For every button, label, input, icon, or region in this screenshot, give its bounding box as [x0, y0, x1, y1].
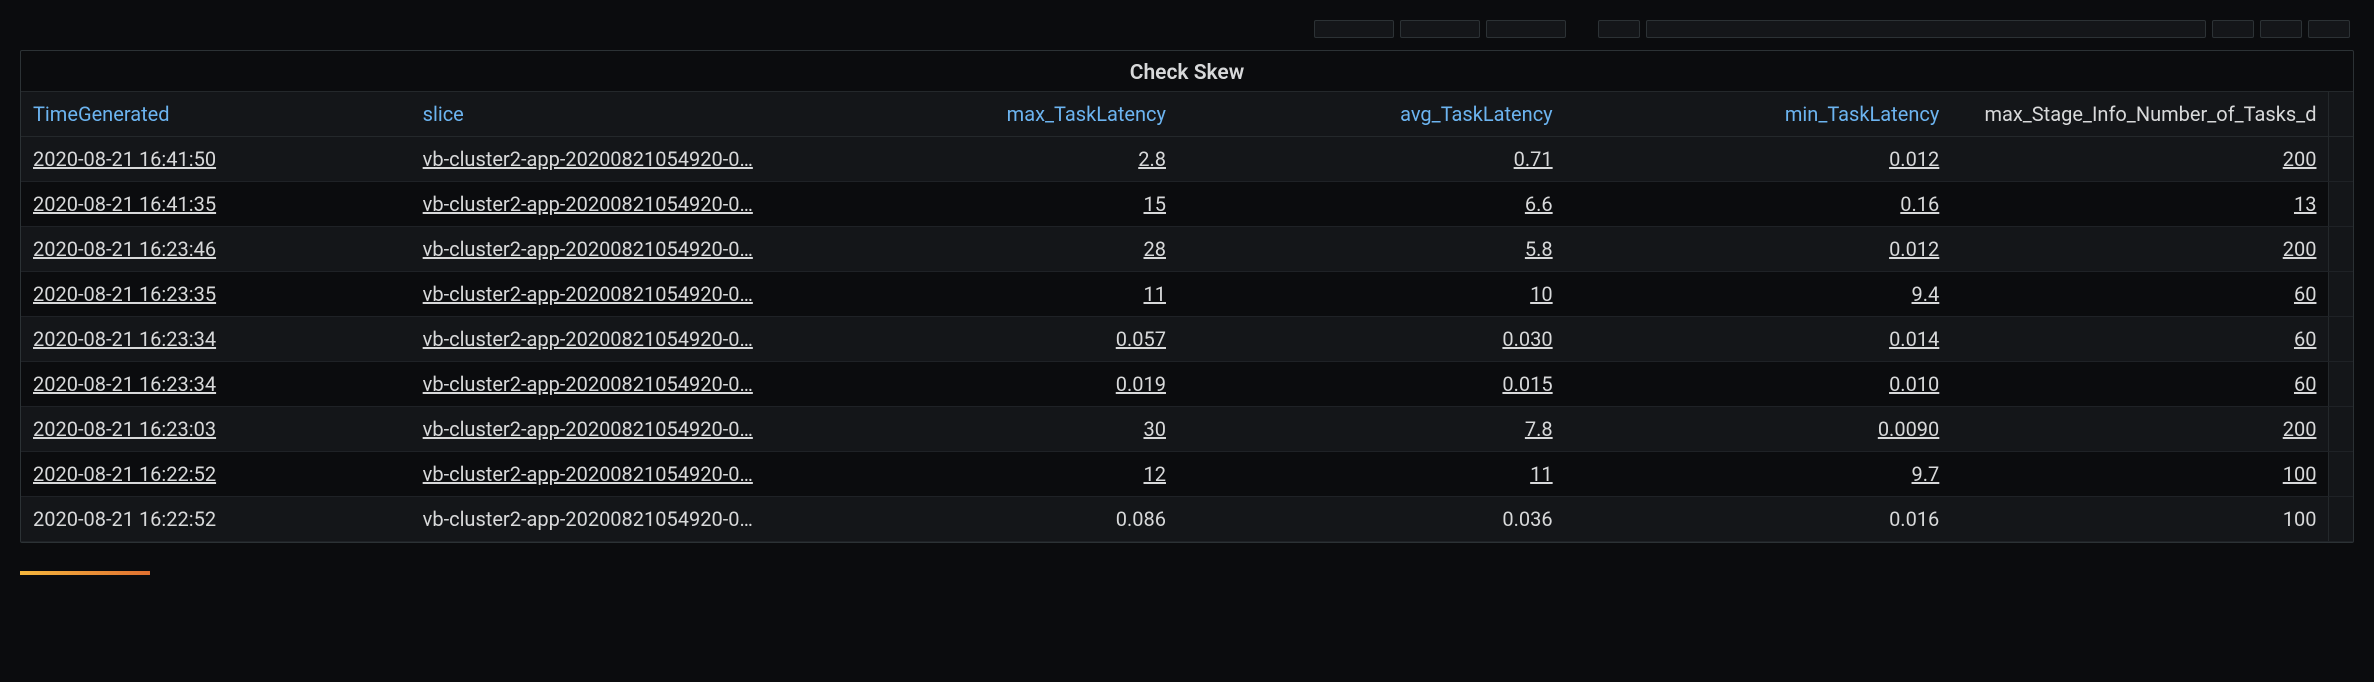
toolbar-button-3[interactable]: [1486, 20, 1566, 38]
zoom-out-button[interactable]: [2212, 20, 2254, 38]
scrollbar-track[interactable]: [2329, 182, 2353, 227]
cell-max-tasklatency[interactable]: 0.086: [791, 497, 1178, 542]
cell-avg-tasklatency[interactable]: 0.030: [1178, 317, 1565, 362]
cell-slice[interactable]: vb-cluster2-app-20200821054920-0…: [411, 362, 792, 407]
cell-slice[interactable]: vb-cluster2-app-20200821054920-0…: [411, 407, 792, 452]
cell-slice[interactable]: vb-cluster2-app-20200821054920-0…: [411, 497, 792, 542]
cell-max-stage-tasks[interactable]: 200: [1951, 137, 2329, 182]
cell-max-stage-tasks[interactable]: 60: [1951, 317, 2329, 362]
cell-timegenerated[interactable]: 2020-08-21 16:23:03: [21, 407, 411, 452]
cell-min-tasklatency[interactable]: 9.4: [1565, 272, 1952, 317]
cell-max-tasklatency[interactable]: 0.019: [791, 362, 1178, 407]
cell-max-stage-tasks[interactable]: 60: [1951, 272, 2329, 317]
cell-timegenerated[interactable]: 2020-08-21 16:23:46: [21, 227, 411, 272]
cell-min-tasklatency[interactable]: 0.012: [1565, 137, 1952, 182]
cell-max-stage-tasks[interactable]: 13: [1951, 182, 2329, 227]
time-range-picker[interactable]: [1646, 20, 2206, 38]
scrollbar-track[interactable]: [2329, 317, 2353, 362]
cell-slice[interactable]: vb-cluster2-app-20200821054920-0…: [411, 452, 792, 497]
table-row[interactable]: 2020-08-21 16:23:03vb-cluster2-app-20200…: [21, 407, 2353, 452]
cell-timegenerated[interactable]: 2020-08-21 16:23:34: [21, 317, 411, 362]
table-row[interactable]: 2020-08-21 16:22:52vb-cluster2-app-20200…: [21, 452, 2353, 497]
scrollbar-track[interactable]: [2329, 362, 2353, 407]
cell-max-tasklatency[interactable]: 28: [791, 227, 1178, 272]
panel-title: Check Skew: [21, 51, 2353, 91]
table-row[interactable]: 2020-08-21 16:23:46vb-cluster2-app-20200…: [21, 227, 2353, 272]
table-panel: Check Skew TimeGenerated slice max_TaskL…: [20, 50, 2354, 543]
cell-max-stage-tasks[interactable]: 200: [1951, 407, 2329, 452]
col-header-min-tasklatency[interactable]: min_TaskLatency: [1565, 92, 1952, 137]
cell-max-tasklatency[interactable]: 0.057: [791, 317, 1178, 362]
cell-timegenerated[interactable]: 2020-08-21 16:41:50: [21, 137, 411, 182]
cell-timegenerated[interactable]: 2020-08-21 16:23:34: [21, 362, 411, 407]
table-header-row: TimeGenerated slice max_TaskLatency avg_…: [21, 92, 2353, 137]
col-header-slice[interactable]: slice: [411, 92, 792, 137]
cell-max-tasklatency[interactable]: 2.8: [791, 137, 1178, 182]
table-row[interactable]: 2020-08-21 16:23:34vb-cluster2-app-20200…: [21, 362, 2353, 407]
col-header-timegenerated[interactable]: TimeGenerated: [21, 92, 411, 137]
cell-avg-tasklatency[interactable]: 5.8: [1178, 227, 1565, 272]
cell-timegenerated[interactable]: 2020-08-21 16:22:52: [21, 452, 411, 497]
col-header-avg-tasklatency[interactable]: avg_TaskLatency: [1178, 92, 1565, 137]
col-header-max-tasklatency[interactable]: max_TaskLatency: [791, 92, 1178, 137]
cell-min-tasklatency[interactable]: 0.010: [1565, 362, 1952, 407]
table-row[interactable]: 2020-08-21 16:41:35vb-cluster2-app-20200…: [21, 182, 2353, 227]
cell-slice[interactable]: vb-cluster2-app-20200821054920-0…: [411, 272, 792, 317]
scrollbar-track[interactable]: [2329, 497, 2353, 542]
cell-avg-tasklatency[interactable]: 10: [1178, 272, 1565, 317]
table-row[interactable]: 2020-08-21 16:22:52vb-cluster2-app-20200…: [21, 497, 2353, 542]
data-table: TimeGenerated slice max_TaskLatency avg_…: [21, 91, 2353, 542]
scrollbar-track[interactable]: [2329, 92, 2353, 137]
scrollbar-track[interactable]: [2329, 137, 2353, 182]
cell-avg-tasklatency[interactable]: 0.015: [1178, 362, 1565, 407]
cell-avg-tasklatency[interactable]: 7.8: [1178, 407, 1565, 452]
cell-slice[interactable]: vb-cluster2-app-20200821054920-0…: [411, 227, 792, 272]
cell-min-tasklatency[interactable]: 0.014: [1565, 317, 1952, 362]
cell-avg-tasklatency[interactable]: 0.71: [1178, 137, 1565, 182]
cell-min-tasklatency[interactable]: 0.016: [1565, 497, 1952, 542]
cell-timegenerated[interactable]: 2020-08-21 16:22:52: [21, 497, 411, 542]
cell-max-stage-tasks[interactable]: 100: [1951, 452, 2329, 497]
refresh-interval-button[interactable]: [2308, 20, 2350, 38]
cell-avg-tasklatency[interactable]: 11: [1178, 452, 1565, 497]
cell-slice[interactable]: vb-cluster2-app-20200821054920-0…: [411, 137, 792, 182]
cell-min-tasklatency[interactable]: 0.0090: [1565, 407, 1952, 452]
cell-max-stage-tasks[interactable]: 100: [1951, 497, 2329, 542]
cell-max-tasklatency[interactable]: 30: [791, 407, 1178, 452]
cell-min-tasklatency[interactable]: 9.7: [1565, 452, 1952, 497]
toolbar-button-4[interactable]: [1598, 20, 1640, 38]
refresh-button[interactable]: [2260, 20, 2302, 38]
scrollbar-track[interactable]: [2329, 272, 2353, 317]
toolbar-button-2[interactable]: [1400, 20, 1480, 38]
cell-avg-tasklatency[interactable]: 0.036: [1178, 497, 1565, 542]
col-header-max-stage-tasks[interactable]: max_Stage_Info_Number_of_Tasks_d: [1951, 92, 2329, 137]
cell-max-tasklatency[interactable]: 11: [791, 272, 1178, 317]
toolbar-button-1[interactable]: [1314, 20, 1394, 38]
active-tab-indicator: [20, 571, 150, 575]
scrollbar-track[interactable]: [2329, 227, 2353, 272]
cell-timegenerated[interactable]: 2020-08-21 16:23:35: [21, 272, 411, 317]
cell-slice[interactable]: vb-cluster2-app-20200821054920-0…: [411, 317, 792, 362]
toolbar: [20, 20, 2354, 38]
cell-avg-tasklatency[interactable]: 6.6: [1178, 182, 1565, 227]
cell-max-stage-tasks[interactable]: 200: [1951, 227, 2329, 272]
table-row[interactable]: 2020-08-21 16:41:50vb-cluster2-app-20200…: [21, 137, 2353, 182]
cell-min-tasklatency[interactable]: 0.16: [1565, 182, 1952, 227]
cell-slice[interactable]: vb-cluster2-app-20200821054920-0…: [411, 182, 792, 227]
cell-max-stage-tasks[interactable]: 60: [1951, 362, 2329, 407]
scrollbar-track[interactable]: [2329, 407, 2353, 452]
cell-timegenerated[interactable]: 2020-08-21 16:41:35: [21, 182, 411, 227]
cell-min-tasklatency[interactable]: 0.012: [1565, 227, 1952, 272]
cell-max-tasklatency[interactable]: 15: [791, 182, 1178, 227]
table-row[interactable]: 2020-08-21 16:23:34vb-cluster2-app-20200…: [21, 317, 2353, 362]
cell-max-tasklatency[interactable]: 12: [791, 452, 1178, 497]
scrollbar-track[interactable]: [2329, 452, 2353, 497]
table-row[interactable]: 2020-08-21 16:23:35vb-cluster2-app-20200…: [21, 272, 2353, 317]
